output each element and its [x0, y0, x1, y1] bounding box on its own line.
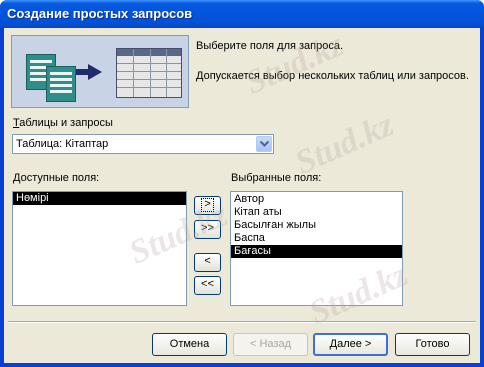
next-button[interactable]: Далее >: [313, 333, 388, 356]
list-item[interactable]: Баспа: [231, 232, 402, 245]
available-fields-label: Доступные поля:: [13, 172, 100, 184]
wizard-body: Выберите поля для запроса. Допускается в…: [4, 26, 480, 363]
hint-multiple-sources: Допускается выбор нескольких таблиц или …: [196, 70, 469, 82]
available-fields-list[interactable]: Нөмірі: [12, 191, 187, 306]
source-select[interactable]: Таблица: Кітаптар: [12, 134, 274, 154]
window-title: Создание простых запросов: [7, 6, 193, 21]
selected-fields-list[interactable]: Автор Кітап аты Басылған жылы Баспа Баға…: [230, 191, 403, 306]
wizard-window: Создание простых запросов Выберите поля …: [0, 0, 484, 367]
finish-button[interactable]: Готово: [395, 333, 470, 356]
list-item[interactable]: Бағасы: [231, 245, 402, 258]
title-bar[interactable]: Создание простых запросов: [0, 0, 484, 28]
dropdown-arrow-icon[interactable]: [256, 136, 272, 152]
watermark: Stud.kz: [240, 26, 350, 102]
wizard-illustration: [11, 35, 189, 108]
selected-fields-label: Выбранные поля:: [231, 172, 322, 184]
arrow-head-icon: [88, 64, 102, 80]
list-item[interactable]: Автор: [231, 193, 402, 206]
list-item[interactable]: Нөмірі: [13, 192, 186, 205]
back-button[interactable]: < Назад: [233, 333, 308, 356]
cancel-button[interactable]: Отмена: [152, 333, 227, 356]
footer-divider: [8, 321, 476, 323]
add-all-button[interactable]: >>: [194, 220, 221, 239]
source-query-icon: [46, 66, 76, 102]
remove-all-button[interactable]: <<: [194, 276, 221, 295]
source-select-value: Таблица: Кітаптар: [16, 138, 109, 150]
list-item[interactable]: Кітап аты: [231, 206, 402, 219]
remove-one-button[interactable]: <: [194, 253, 221, 272]
hint-select-fields: Выберите поля для запроса.: [196, 40, 344, 52]
source-label: Таблицы и запросы: [13, 117, 113, 129]
list-item[interactable]: Басылған жылы: [231, 219, 402, 232]
result-table-icon: [116, 48, 182, 98]
add-one-button[interactable]: >: [194, 196, 221, 215]
